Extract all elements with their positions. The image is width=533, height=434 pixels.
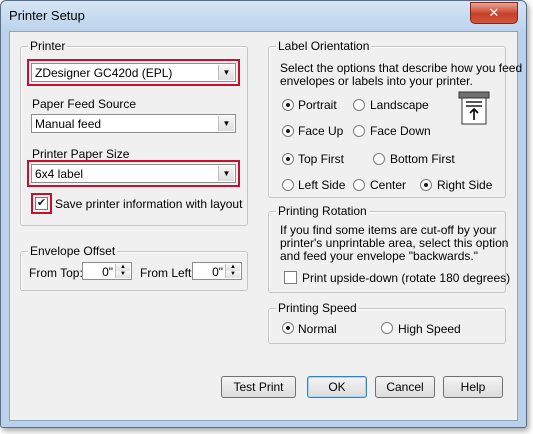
- window-title: Printer Setup: [9, 8, 85, 23]
- close-icon: ✕: [488, 5, 500, 20]
- paper-feed-label: Paper Feed Source: [32, 97, 137, 111]
- from-left-spinner[interactable]: 0" ▲ ▼: [192, 262, 242, 280]
- from-top-label: From Top:: [29, 266, 83, 280]
- paper-size-select[interactable]: 6x4 label ▼: [31, 164, 236, 183]
- rotation-description-2: printer's unprintable area, select this …: [280, 236, 509, 250]
- landscape-label: Landscape: [370, 98, 429, 112]
- right-side-label: Right Side: [437, 178, 493, 192]
- from-left-label: From Left:: [140, 266, 195, 280]
- spinner-arrows[interactable]: ▲ ▼: [115, 264, 130, 278]
- printing-speed-legend: Printing Speed: [276, 301, 359, 315]
- rotation-description-3: and feed your envelope "backwards.": [280, 249, 478, 263]
- ok-button[interactable]: OK: [307, 376, 367, 398]
- high-speed-radio[interactable]: [381, 322, 393, 334]
- landscape-radio[interactable]: [353, 99, 365, 111]
- portrait-label: Portrait: [298, 98, 337, 112]
- chevron-down-icon[interactable]: ▼: [218, 65, 234, 80]
- printing-rotation-legend: Printing Rotation: [276, 204, 369, 218]
- bottom-first-radio[interactable]: [373, 153, 385, 165]
- close-button[interactable]: ✕: [470, 2, 518, 24]
- bottom-first-label: Bottom First: [390, 152, 455, 166]
- envelope-offset-legend: Envelope Offset: [28, 244, 118, 258]
- face-up-radio[interactable]: [282, 125, 294, 137]
- help-button[interactable]: Help: [443, 376, 503, 398]
- test-print-button[interactable]: Test Print: [221, 376, 296, 398]
- rotation-description-1: If you find some items are cut-off by yo…: [280, 223, 497, 237]
- face-up-label: Face Up: [298, 124, 344, 138]
- top-first-label: Top First: [298, 152, 345, 166]
- chevron-down-icon[interactable]: ▼: [116, 271, 130, 278]
- center-label: Center: [370, 178, 407, 192]
- chevron-down-icon[interactable]: ▼: [218, 116, 234, 131]
- right-side-radio[interactable]: [420, 179, 432, 191]
- dialog-body: Printer ZDesigner GC420d (EPL) ▼ Paper F…: [9, 31, 522, 421]
- face-down-label: Face Down: [370, 124, 431, 138]
- print-upside-down-checkbox[interactable]: [284, 271, 297, 284]
- printer-setup-window: Printer Setup ✕ Printer ZDesigner GC420d…: [0, 0, 527, 428]
- paper-feed-select[interactable]: Manual feed ▼: [31, 114, 236, 133]
- from-left-value: 0": [212, 265, 223, 279]
- chevron-down-icon[interactable]: ▼: [218, 166, 234, 181]
- paper-feed-value: Manual feed: [35, 117, 102, 131]
- from-top-value: 0": [102, 265, 113, 279]
- print-upside-down-label: Print upside-down (rotate 180 degrees): [302, 271, 511, 285]
- label-orientation-legend: Label Orientation: [276, 39, 372, 53]
- save-printer-label: Save printer information with layout: [55, 197, 243, 211]
- left-side-label: Left Side: [298, 178, 346, 192]
- printer-select[interactable]: ZDesigner GC420d (EPL) ▼: [31, 63, 236, 82]
- normal-speed-radio[interactable]: [282, 322, 294, 334]
- face-down-radio[interactable]: [353, 125, 365, 137]
- center-radio[interactable]: [353, 179, 365, 191]
- spinner-arrows[interactable]: ▲ ▼: [225, 264, 240, 278]
- top-first-radio[interactable]: [282, 153, 294, 165]
- printer-group-legend: Printer: [28, 39, 68, 53]
- portrait-radio[interactable]: [282, 99, 294, 111]
- title-bar[interactable]: Printer Setup ✕: [1, 1, 526, 31]
- envelope-feed-icon: [458, 91, 490, 125]
- chevron-up-icon[interactable]: ▲: [116, 264, 130, 271]
- high-speed-label: High Speed: [398, 322, 461, 336]
- paper-size-value: 6x4 label: [35, 167, 84, 181]
- chevron-up-icon[interactable]: ▲: [226, 264, 240, 271]
- orientation-description-2: envelopes or labels into your printer.: [280, 74, 473, 88]
- printer-select-value: ZDesigner GC420d (EPL): [35, 66, 173, 80]
- normal-speed-label: Normal: [298, 322, 337, 336]
- paper-size-label: Printer Paper Size: [32, 147, 130, 161]
- from-top-spinner[interactable]: 0" ▲ ▼: [82, 262, 132, 280]
- orientation-description-1: Select the options that describe how you…: [280, 61, 523, 75]
- cancel-button[interactable]: Cancel: [375, 376, 435, 398]
- chevron-down-icon[interactable]: ▼: [226, 271, 240, 278]
- left-side-radio[interactable]: [282, 179, 294, 191]
- save-printer-checkbox[interactable]: ✔: [35, 197, 48, 210]
